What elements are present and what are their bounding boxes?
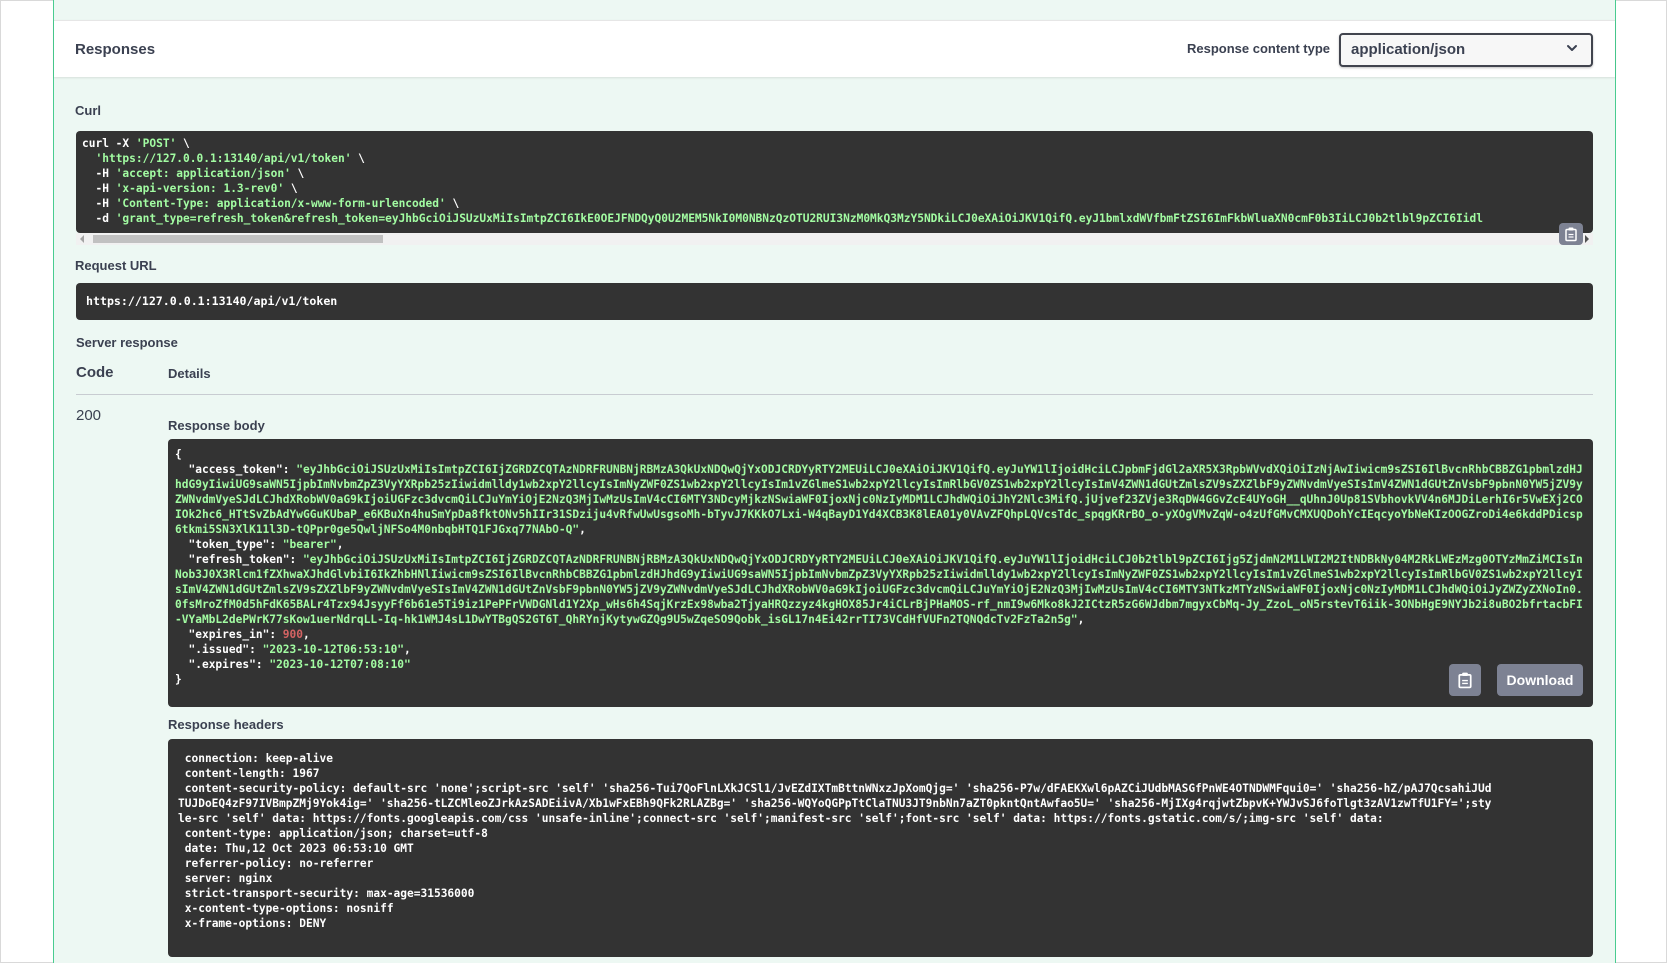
scroll-left-arrow-icon[interactable] (80, 235, 84, 243)
scroll-thumb[interactable] (93, 235, 383, 243)
response-content-type-select[interactable]: application/json (1339, 33, 1593, 67)
table-divider (76, 394, 1593, 395)
response-headers-text: connection: keep-alive content-length: 1… (178, 752, 1492, 930)
code-column-header: Code (76, 364, 114, 381)
response-body-json: { "access_token": "eyJhbGciOiJSUzUxMiIsI… (175, 448, 1583, 686)
download-button[interactable]: Download (1497, 664, 1583, 696)
curl-line: -H 'x-api-version: 1.3-rev0' \ (82, 182, 298, 195)
response-body[interactable]: { "access_token": "eyJhbGciOiJSUzUxMiIsI… (168, 439, 1593, 707)
clipboard-icon (1458, 672, 1472, 689)
copy-curl-button[interactable] (1559, 223, 1583, 245)
response-content-type-value: application/json (1351, 41, 1466, 58)
response-content-type-label: Response content type (1186, 41, 1330, 56)
responses-header: Responses Response content type applicat… (54, 20, 1615, 77)
copy-response-button[interactable] (1449, 664, 1481, 696)
response-headers-label: Response headers (168, 717, 284, 732)
curl-horizontal-scrollbar[interactable] (76, 233, 1593, 245)
curl-line: -d 'grant_type=refresh_token&refresh_tok… (82, 212, 1483, 225)
curl-command[interactable]: curl -X 'POST' \ 'https://127.0.0.1:1314… (76, 131, 1593, 233)
curl-line: curl -X 'POST' \ (82, 137, 190, 150)
clipboard-icon (1565, 227, 1577, 242)
request-url-label: Request URL (75, 258, 157, 273)
status-code: 200 (76, 407, 102, 424)
response-body-label: Response body (168, 418, 265, 433)
scroll-right-arrow-icon[interactable] (1585, 235, 1589, 243)
request-url-box[interactable]: https://127.0.0.1:13140/api/v1/token (76, 283, 1593, 320)
operation-panel: Responses Response content type applicat… (53, 0, 1616, 963)
chevron-down-icon (1567, 45, 1577, 51)
request-url-value: https://127.0.0.1:13140/api/v1/token (86, 294, 338, 308)
details-column-header: Details (168, 366, 211, 381)
server-response-label: Server response (76, 335, 178, 350)
response-headers[interactable]: connection: keep-alive content-length: 1… (168, 739, 1593, 957)
curl-label: Curl (75, 103, 101, 118)
curl-line: -H 'Content-Type: application/x-www-form… (82, 197, 460, 210)
responses-title: Responses (75, 41, 156, 58)
curl-line: -H 'accept: application/json' \ (82, 167, 305, 180)
curl-line: 'https://127.0.0.1:13140/api/v1/token' \ (95, 152, 365, 165)
